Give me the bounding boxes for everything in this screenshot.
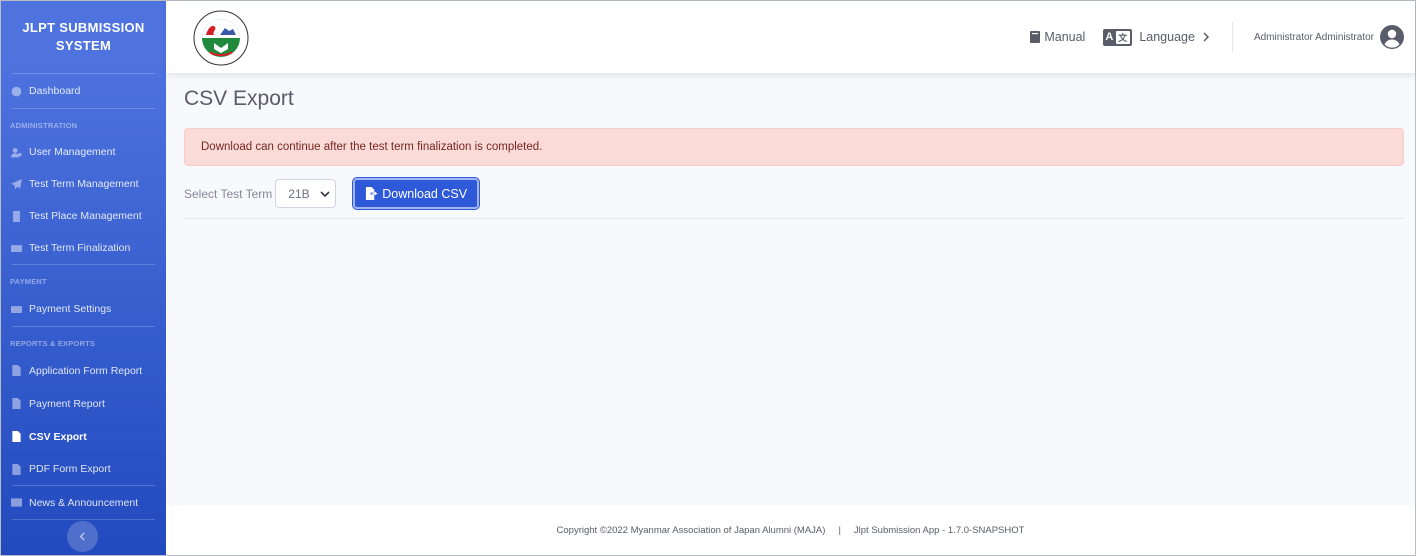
sidebar-heading-payment: PAYMENT [10,276,47,286]
sidebar-item-label: Payment Settings [29,303,112,315]
id-card-icon [10,242,22,254]
credit-card-icon [10,303,22,315]
building-icon [10,210,22,222]
test-term-select-value: 21B [288,186,310,201]
book-icon [1030,31,1041,43]
file-icon [10,463,22,475]
brand-line-2: SYSTEM [55,38,112,53]
chevron-left-icon [79,532,85,541]
select-test-term-label: Select Test Term [184,186,273,201]
language-label: Language [1139,30,1195,44]
sidebar-item-user-management[interactable]: User Management [1,136,166,168]
file-icon [10,398,22,410]
download-csv-label: Download CSV [382,186,468,201]
test-term-select[interactable]: 21B [275,179,337,208]
sidebar-heading-reports: REPORTS & EXPORTS [10,338,96,348]
sidebar-item-dashboard[interactable]: Dashboard [1,74,166,108]
sidebar-item-label: Test Place Management [29,210,142,222]
sidebar-divider [12,519,155,520]
language-icon: A 文 [1103,28,1133,46]
sidebar-item-payment-settings[interactable]: Payment Settings [1,292,166,326]
download-csv-button[interactable]: Download CSV [353,178,480,209]
user-name: Administrator Administrator [1253,31,1374,43]
file-export-icon [366,187,378,200]
sidebar: JLPT SUBMISSION SYSTEM Dashboard ADMINIS… [1,1,166,555]
gauge-icon [10,85,22,97]
file-icon [10,365,22,377]
topbar-divider [1231,22,1233,52]
alert-text: Download can continue after the test ter… [201,141,543,153]
sidebar-item-label: Test Term Management [29,178,139,190]
sidebar-item-label: Payment Report [29,397,105,410]
language-dropdown[interactable]: A 文 Language [1103,28,1210,46]
file-icon [10,431,22,443]
sidebar-item-label: User Management [29,146,116,158]
user-circle-icon [1380,25,1404,49]
footer-copyright: Copyright ©2022 Myanmar Association of J… [556,524,826,536]
sidebar-item-label: PDF Form Export [29,463,111,475]
sidebar-item-label: Dashboard [29,85,81,97]
alert-danger: Download can continue after the test ter… [184,128,1404,166]
topbar: Manual A 文 Language Administrator Admini… [166,1,1415,73]
manual-label: Manual [1044,30,1086,44]
sidebar-divider [12,326,155,327]
export-form: Select Test Term 21B Download CSV [184,178,480,209]
language-icon-letter-a: A [1105,31,1115,43]
sidebar-brand[interactable]: JLPT SUBMISSION SYSTEM [1,1,166,73]
sidebar-toggle-button[interactable] [67,521,98,552]
sidebar-divider [12,108,155,109]
manual-link[interactable]: Manual [1030,30,1085,44]
topbar-links: Manual A 文 Language Administrator Admini… [1030,1,1415,73]
maja-logo-icon [193,10,249,66]
newspaper-icon [10,497,22,509]
sidebar-item-label: Test Term Finalization [29,242,131,254]
sidebar-divider [12,264,155,265]
sidebar-heading-administration: ADMINISTRATION [10,120,78,130]
footer-separator: | [838,524,841,536]
sidebar-item-news-announcement[interactable]: News & Announcement [1,486,166,519]
chevron-down-icon [320,190,330,197]
sidebar-item-label: CSV Export [29,430,87,443]
content-divider [184,218,1404,219]
brand-line-1: JLPT SUBMISSION [22,20,145,35]
sidebar-item-test-place-management[interactable]: Test Place Management [1,200,166,232]
user-gear-icon [10,146,22,158]
footer-version: Jlpt Submission App - 1.7.0-SNAPSHOT [853,524,1025,536]
chevron-right-icon [1203,32,1210,42]
sidebar-item-pdf-form-export[interactable]: PDF Form Export [1,453,166,485]
user-menu[interactable]: Administrator Administrator [1254,25,1404,49]
sidebar-item-payment-report[interactable]: Payment Report [1,387,166,420]
sidebar-item-test-term-management[interactable]: Test Term Management [1,168,166,200]
sidebar-item-csv-export[interactable]: CSV Export [1,420,166,453]
sidebar-item-label: Application Form Report [29,364,143,377]
footer: Copyright ©2022 Myanmar Association of J… [166,505,1415,555]
sidebar-item-application-form-report[interactable]: Application Form Report [1,354,166,387]
page-title: CSV Export [184,87,294,110]
paper-plane-icon [10,178,22,190]
language-icon-letter-b: 文 [1116,30,1131,44]
sidebar-item-test-term-finalization[interactable]: Test Term Finalization [1,232,166,264]
sidebar-item-label: News & Announcement [29,496,139,509]
